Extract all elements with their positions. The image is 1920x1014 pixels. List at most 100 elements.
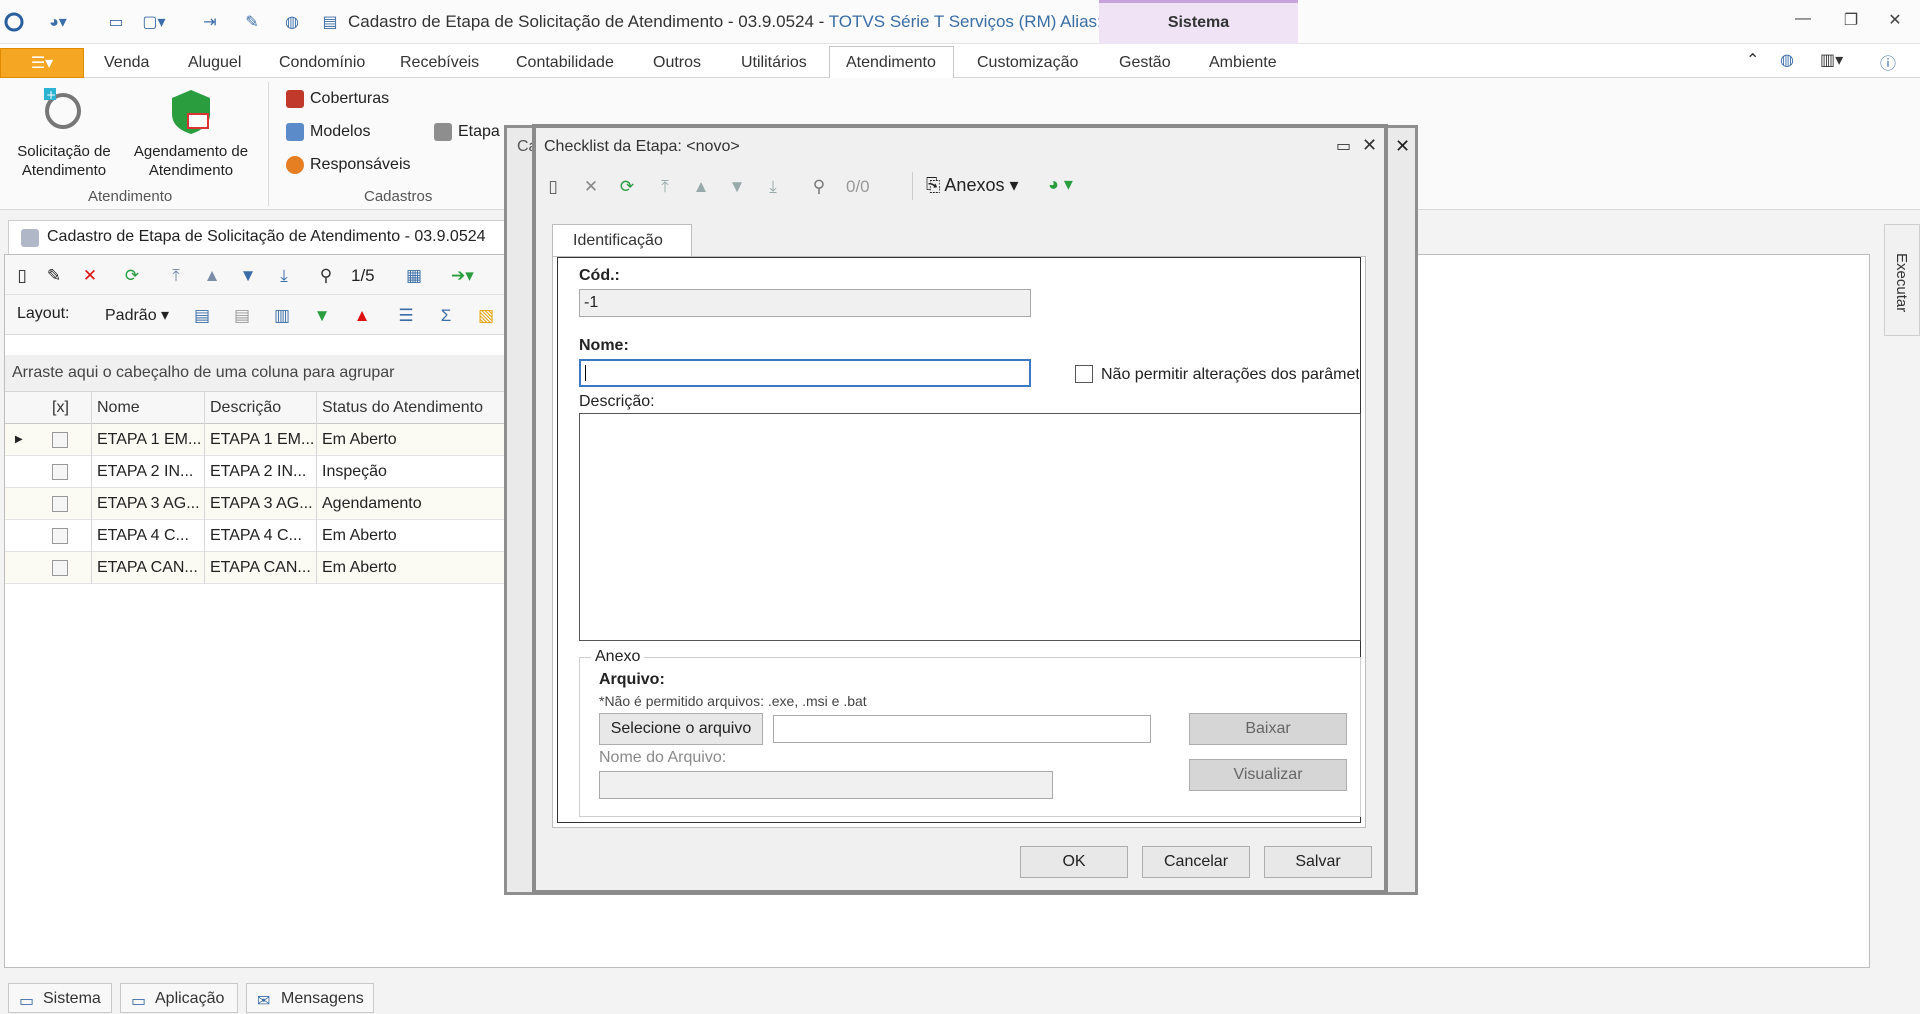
export-layout-icon[interactable]: ▲ xyxy=(351,305,373,327)
refresh-icon[interactable]: ⟳ xyxy=(121,265,143,287)
first-record-icon[interactable]: ⤒ xyxy=(165,265,187,287)
column-header-status[interactable]: Status do Atendimento xyxy=(322,399,483,417)
layout-label: Layout: xyxy=(17,305,70,322)
select-file-button[interactable]: Selecione o arquivo xyxy=(599,713,763,745)
dialog-new-icon[interactable]: ▯ xyxy=(542,176,564,198)
tab-aluguel[interactable]: Aluguel xyxy=(188,54,241,72)
dialog-last-icon[interactable]: ⤓ xyxy=(762,176,784,198)
taskbar-mensagens-button[interactable]: ✉ Mensagens xyxy=(246,983,374,1013)
agendamento-atendimento-button[interactable]: Agendamento de Atendimento xyxy=(126,142,256,180)
tab-customizacao[interactable]: Customização xyxy=(977,54,1078,72)
monitor-icon[interactable]: ▭ xyxy=(104,10,128,34)
row-checkbox[interactable] xyxy=(52,432,68,448)
delete-layout-icon[interactable]: ▤ xyxy=(231,305,253,327)
close-window-button[interactable]: ✕ xyxy=(1880,10,1910,34)
tab-atendimento[interactable]: Atendimento xyxy=(846,54,936,72)
solicitacao-atendimento-button[interactable]: Solicitação de Atendimento xyxy=(4,142,124,180)
etapas-button[interactable]: Etapa xyxy=(434,123,500,141)
tab-contabilidade[interactable]: Contabilidade xyxy=(516,54,614,72)
nome-field[interactable] xyxy=(579,359,1031,387)
last-record-icon[interactable]: ⤓ xyxy=(273,265,295,287)
layout-menu-icon[interactable]: ▥▾ xyxy=(1820,50,1843,70)
globe-menu-icon[interactable]: ◕ ▾ xyxy=(1048,174,1073,195)
row-checkbox[interactable] xyxy=(52,528,68,544)
ok-button[interactable]: OK xyxy=(1020,846,1128,878)
column-header-nome[interactable]: Nome xyxy=(97,399,140,417)
chart-icon[interactable]: ▧ xyxy=(475,305,497,327)
web-icon[interactable]: ◍ xyxy=(280,10,304,34)
dialog-first-icon[interactable]: ⤒ xyxy=(654,176,676,198)
dialog-cancel-icon[interactable]: ✕ xyxy=(580,176,602,198)
visualizar-button[interactable]: Visualizar xyxy=(1189,759,1347,791)
tab-venda[interactable]: Venda xyxy=(104,54,149,72)
restore-button[interactable]: ❐ xyxy=(1836,10,1866,34)
dialog-close-icon[interactable]: ✕ xyxy=(1362,135,1377,156)
responsaveis-button[interactable]: Responsáveis xyxy=(286,156,411,174)
export-icon[interactable]: ⇥ xyxy=(198,10,222,34)
table-row[interactable]: ETAPA CAN... ETAPA CAN... Em Aberto xyxy=(5,552,505,584)
minimize-button[interactable]: — xyxy=(1788,10,1818,34)
help-icon[interactable]: ⓘ xyxy=(1880,50,1896,74)
tab-outros[interactable]: Outros xyxy=(653,54,701,72)
row-checkbox[interactable] xyxy=(52,496,68,512)
next-record-icon[interactable]: ▼ xyxy=(237,265,259,287)
descricao-textarea[interactable] xyxy=(579,413,1361,641)
maximize-icon[interactable]: ▭ xyxy=(1336,136,1351,156)
tab-condominio[interactable]: Condomínio xyxy=(279,54,365,72)
taskbar-aplicacao-button[interactable]: ▭ Aplicação xyxy=(120,983,238,1013)
arquivo-path-field[interactable] xyxy=(773,715,1151,743)
table-row[interactable]: ETAPA 4 C... ETAPA 4 C... Em Aberto xyxy=(5,520,505,552)
document-tab[interactable]: Cadastro de Etapa de Solicitação de Aten… xyxy=(8,220,506,254)
column-header-select[interactable]: [x] xyxy=(52,399,69,417)
previous-record-icon[interactable]: ▲ xyxy=(201,265,223,287)
column-header-descricao[interactable]: Descrição xyxy=(210,399,281,417)
processes-menu-icon[interactable]: ➔▾ xyxy=(451,265,474,287)
row-checkbox[interactable] xyxy=(52,464,68,480)
tab-recebiveis[interactable]: Recebíveis xyxy=(400,54,479,72)
baixar-button[interactable]: Baixar xyxy=(1189,713,1347,745)
table-row[interactable]: ETAPA 2 IN... ETAPA 2 IN... Inspeção xyxy=(5,456,505,488)
agendamento-icon[interactable] xyxy=(166,86,216,136)
web-help-icon[interactable]: ◍ xyxy=(1780,50,1794,70)
globe-menu-icon[interactable]: ◕▾ xyxy=(46,10,70,34)
dialog-previous-icon[interactable]: ▲ xyxy=(690,176,712,198)
taskbar-sistema-button[interactable]: ▭ Sistema xyxy=(8,983,112,1013)
context-tab-sistema[interactable]: Sistema xyxy=(1099,0,1298,44)
tab-utilitarios[interactable]: Utilitários xyxy=(741,54,807,72)
columns-icon[interactable]: ▥ xyxy=(271,305,293,327)
row-checkbox[interactable] xyxy=(52,560,68,576)
table-row[interactable]: ETAPA 3 AG... ETAPA 3 AG... Agendamento xyxy=(5,488,505,520)
file-menu-button[interactable]: ☰▾ xyxy=(0,48,84,78)
window-menu-icon[interactable]: ▢▾ xyxy=(142,10,166,34)
tab-ambiente[interactable]: Ambiente xyxy=(1209,54,1277,72)
new-icon[interactable]: ▯ xyxy=(11,265,33,287)
import-icon[interactable]: ▼ xyxy=(311,305,333,327)
solicitacao-icon[interactable]: + xyxy=(38,86,88,136)
layout-select[interactable]: Padrão ▾ xyxy=(105,305,169,325)
tools-icon[interactable]: ✎ xyxy=(240,10,264,34)
save-layout-icon[interactable]: ▤ xyxy=(191,305,213,327)
executar-side-tab[interactable]: Executar xyxy=(1884,224,1920,336)
filter-icon[interactable]: ☰ xyxy=(395,305,417,327)
dialog-next-icon[interactable]: ▼ xyxy=(726,176,748,198)
dialog-refresh-icon[interactable]: ⟳ xyxy=(616,176,638,198)
tab-gestao[interactable]: Gestão xyxy=(1119,54,1171,72)
dialog-search-icon[interactable]: ⚲ xyxy=(808,176,830,198)
salvar-button[interactable]: Salvar xyxy=(1264,846,1372,878)
coberturas-button[interactable]: Coberturas xyxy=(286,90,389,108)
search-icon[interactable]: ⚲ xyxy=(315,265,337,287)
group-by-area[interactable]: Arraste aqui o cabeçalho de uma coluna p… xyxy=(5,355,505,392)
anexos-menu-button[interactable]: ⎘ Anexos ▾ xyxy=(926,175,1019,196)
delete-icon[interactable]: ✕ xyxy=(79,265,101,287)
collapse-ribbon-icon[interactable]: ⌃ xyxy=(1746,50,1759,70)
table-row[interactable]: ▶ ETAPA 1 EM... ETAPA 1 EM... Em Aberto xyxy=(5,424,505,456)
cell-nome: ETAPA 4 C... xyxy=(97,527,189,544)
cancelar-button[interactable]: Cancelar xyxy=(1142,846,1250,878)
background-dialog-close-icon[interactable]: ✕ xyxy=(1395,136,1410,157)
nao-permitir-checkbox[interactable] xyxy=(1075,365,1093,383)
tab-identificacao[interactable]: Identificação xyxy=(552,224,692,257)
edit-icon[interactable]: ✎ xyxy=(43,265,65,287)
calendar-icon[interactable]: ▦ xyxy=(403,265,425,287)
sum-icon[interactable]: Σ xyxy=(435,305,457,327)
modelos-button[interactable]: Modelos xyxy=(286,123,370,141)
